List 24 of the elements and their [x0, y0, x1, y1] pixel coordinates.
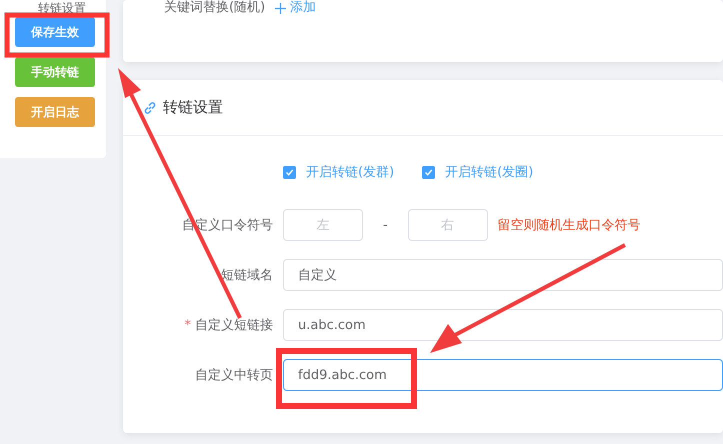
field-label: 关键词替换(随机)	[164, 0, 266, 16]
checkbox[interactable]	[283, 166, 296, 178]
checkbox-label[interactable]: 开启转链(发圈)	[445, 163, 534, 181]
plus-icon	[275, 2, 286, 14]
checkbox-label[interactable]: 开启转链(发群)	[306, 163, 394, 181]
field-label: * 自定义短链接	[184, 317, 273, 334]
card-title: 转链设置	[163, 98, 223, 117]
input-field[interactable]: u.abc.com	[283, 309, 723, 341]
separator-text: -	[383, 218, 388, 232]
link-icon	[143, 100, 157, 114]
input-field[interactable]: fdd9.abc.com	[283, 359, 723, 391]
input-field[interactable]: 左	[283, 209, 363, 241]
checkbox[interactable]	[422, 166, 436, 178]
input-field[interactable]: 右	[408, 209, 488, 241]
sidebar-button[interactable]: 开启日志	[15, 97, 95, 127]
check-icon	[285, 168, 294, 176]
check-icon	[424, 168, 434, 176]
field-label: 自定义中转页	[194, 367, 273, 384]
field-label: 短链域名	[220, 267, 273, 284]
hint-text: 留空则随机生成口令符号	[498, 217, 641, 234]
select-field[interactable]: 自定义	[283, 259, 723, 291]
sidebar-button[interactable]: 手动转链	[15, 57, 95, 87]
sidebar-button[interactable]: 保存生效	[15, 17, 95, 47]
add-link[interactable]: 添加	[275, 0, 316, 16]
